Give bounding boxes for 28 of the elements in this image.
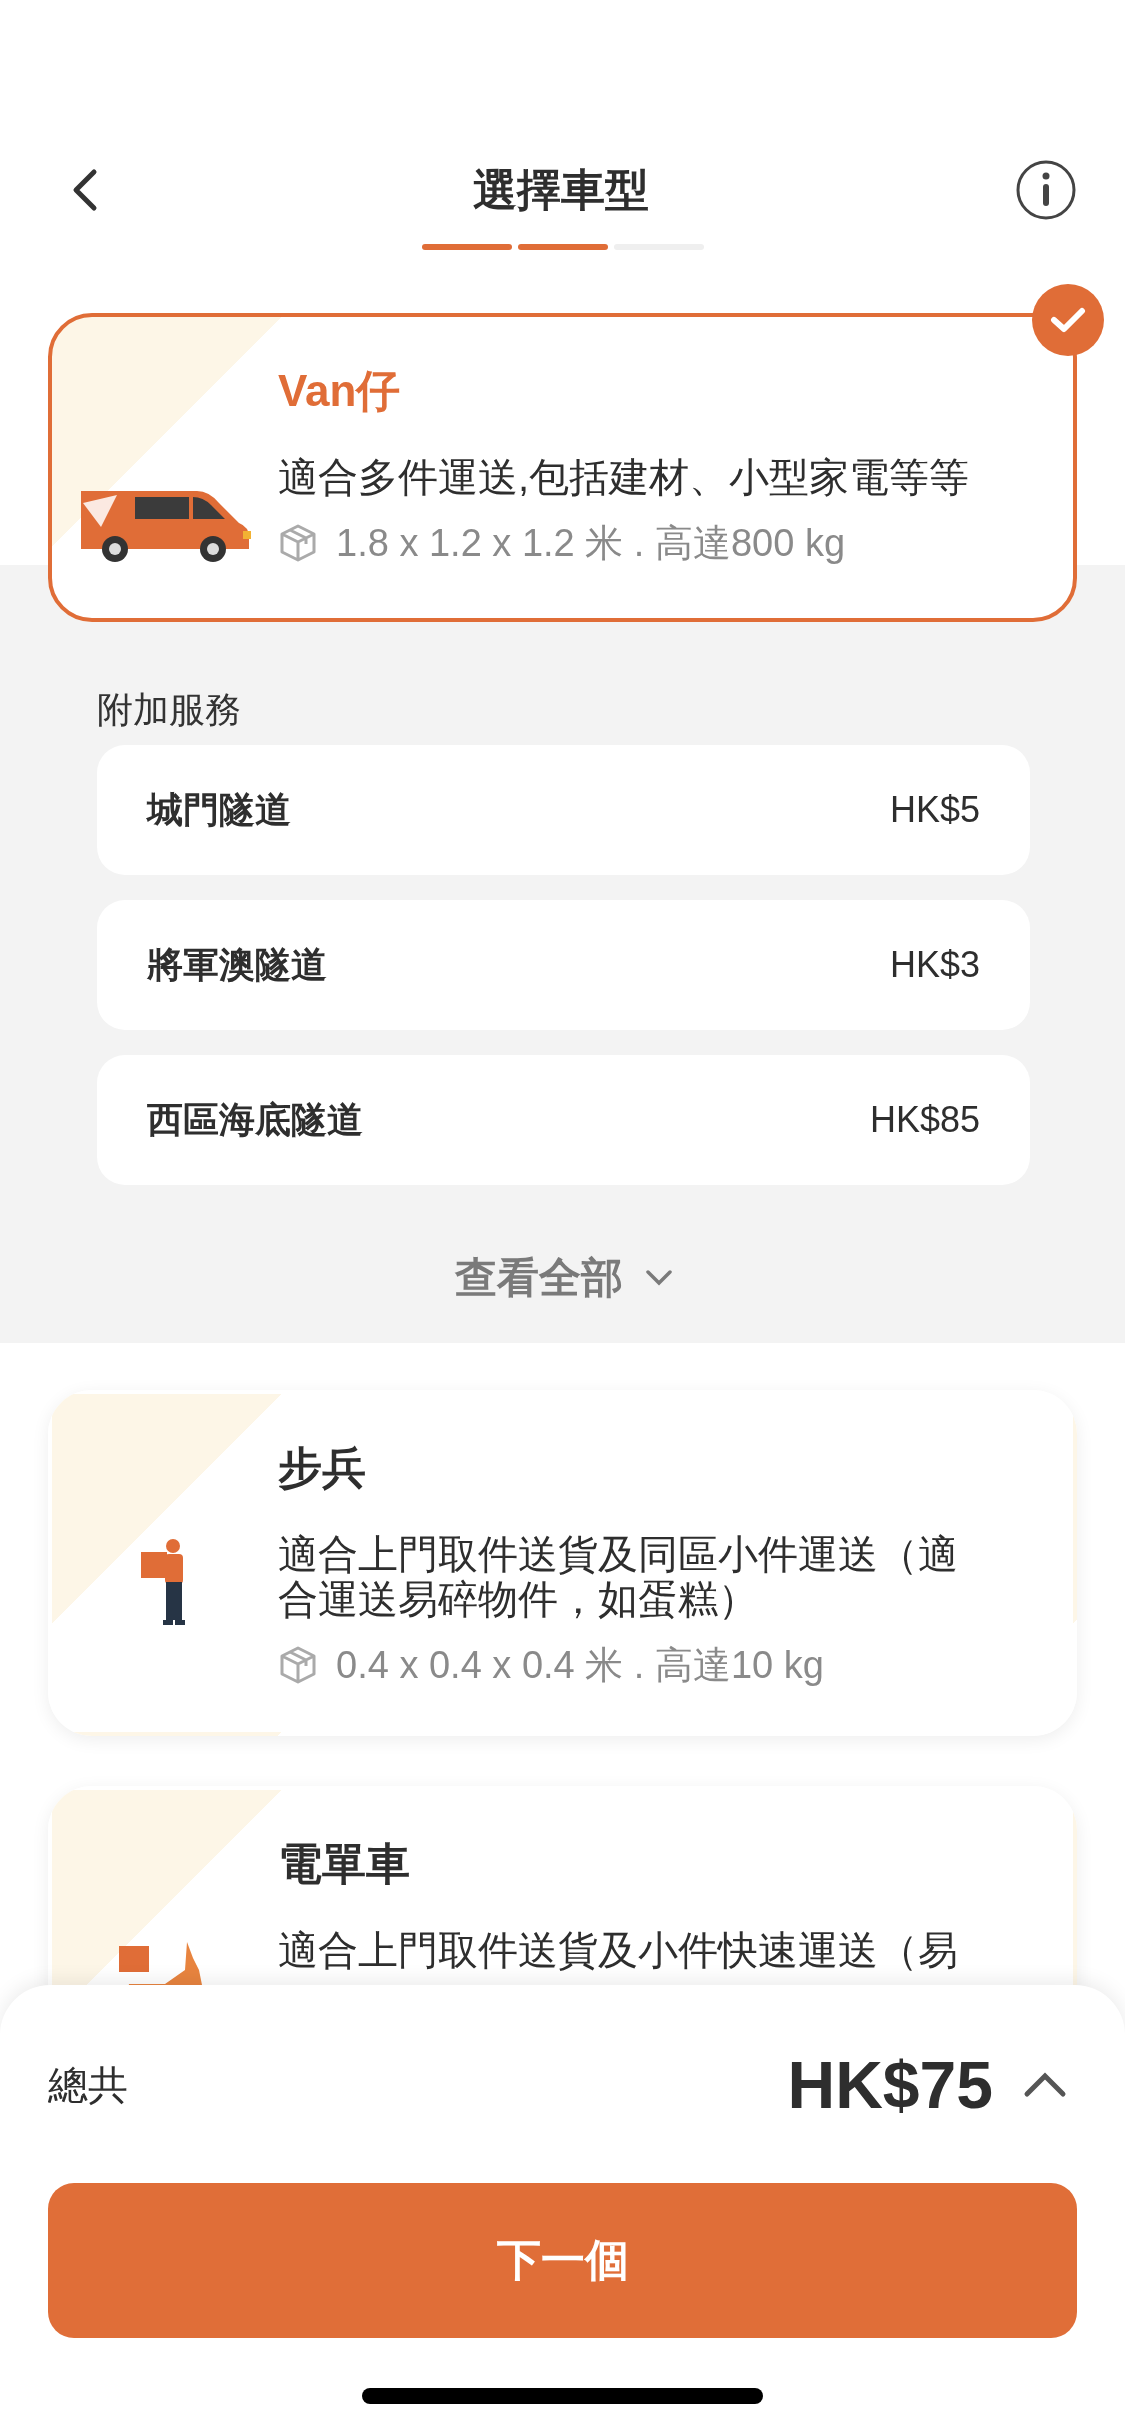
chevron-up-icon[interactable] — [1023, 2072, 1067, 2098]
service-name: 將軍澳隧道 — [147, 942, 327, 987]
vehicle-description: 適合上門取件送貨及小件快速運送（易 — [278, 1928, 959, 1973]
service-row[interactable]: 將軍澳隧道 HK$3 — [97, 900, 1030, 1030]
vehicle-specs: 0.4 x 0.4 x 0.4 米 . 高達10 kg — [336, 1643, 824, 1688]
page-title: 選擇車型 — [472, 163, 649, 216]
vehicle-name: Van仔 — [278, 365, 402, 417]
service-row[interactable]: 城門隧道 HK$5 — [97, 745, 1030, 875]
service-price: HK$3 — [889, 944, 980, 986]
vehicle-card[interactable]: Van仔 適合多件運送,包括建材、小型家電等等 1.8 x 1.2 x 1.2 米 . 高達800 kg — [48, 313, 1077, 622]
service-row[interactable]: 西區海底隧道 HK$85 — [97, 1055, 1030, 1185]
vehicle-name: 電單車 — [278, 1838, 411, 1890]
box-icon — [278, 1645, 318, 1685]
service-price: HK$85 — [869, 1099, 980, 1141]
total-label: 總共 — [48, 2061, 128, 2109]
service-name: 西區海底隧道 — [147, 1097, 363, 1142]
chevron-down-icon — [644, 1269, 673, 1287]
vehicle-specs: 1.8 x 1.2 x 1.2 米 . 高達800 kg — [336, 521, 846, 566]
section-label: 附加服務 — [97, 688, 242, 732]
view-all-button[interactable]: 查看全部 — [454, 1250, 673, 1306]
vehicle-name: 步兵 — [278, 1442, 367, 1494]
vehicle-description: 適合上門取件送貨及同區小件運送（適合運送易碎物件，如蛋糕） — [278, 1532, 959, 1622]
service-price: HK$5 — [889, 789, 980, 831]
total-price: HK$75 — [787, 2047, 993, 2123]
service-name: 城門隧道 — [147, 787, 291, 832]
box-icon — [278, 523, 318, 563]
vehicle-description: 適合多件運送,包括建材、小型家電等等 — [278, 455, 971, 500]
info-icon[interactable] — [1015, 159, 1077, 221]
